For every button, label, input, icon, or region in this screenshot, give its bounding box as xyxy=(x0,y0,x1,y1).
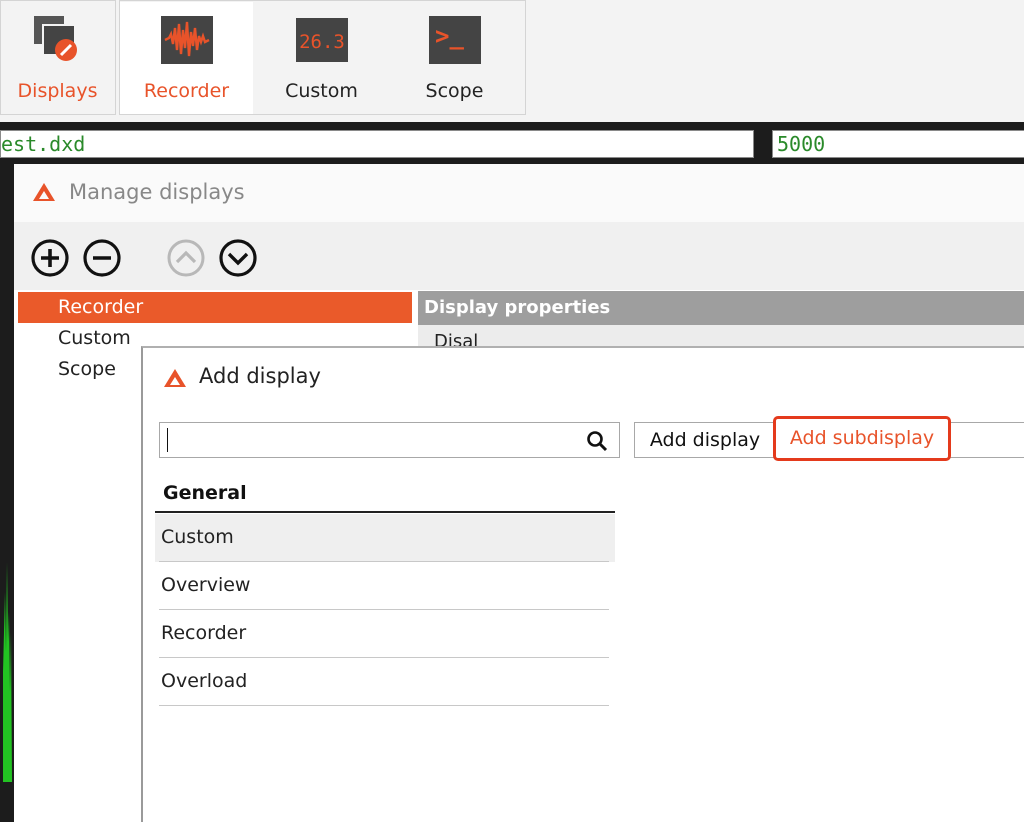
add-display-dialog: Add display Add display Add subdisplay G… xyxy=(141,346,1024,822)
custom-label: Custom xyxy=(285,80,358,102)
scope-label: Scope xyxy=(425,80,484,102)
custom-button[interactable]: 26.3 Custom xyxy=(255,2,388,114)
manage-displays-toolbar xyxy=(14,222,1024,290)
svg-text:26.3: 26.3 xyxy=(299,31,345,53)
list-item-overload[interactable]: Overload xyxy=(155,658,615,706)
list-item-recorder[interactable]: Recorder xyxy=(155,610,615,658)
svg-text:>_: >_ xyxy=(435,22,464,50)
ribbon-group-views: Recorder 26.3 Custom >_ Scope xyxy=(119,0,526,115)
ribbon: Displays Recorder 26.3 Custom >_ Scope xyxy=(0,0,1024,122)
displays-label: Displays xyxy=(17,80,98,102)
displays-icon xyxy=(33,16,77,61)
tree-item-recorder[interactable]: Recorder xyxy=(18,292,412,323)
add-display-button[interactable]: Add display xyxy=(634,422,776,458)
add-display-title: Add display xyxy=(199,364,321,388)
display-properties-header: Display properties xyxy=(418,291,1024,325)
displays-button[interactable]: Displays xyxy=(0,2,124,114)
remove-circle-icon[interactable] xyxy=(82,238,122,278)
search-icon[interactable] xyxy=(585,429,609,453)
add-subdisplay-button[interactable]: Add subdisplay xyxy=(773,416,951,461)
sample-rate-field[interactable]: 5000 xyxy=(772,130,1024,158)
file-path-field[interactable]: est.dxd xyxy=(0,130,754,158)
manage-displays-title: Manage displays xyxy=(69,180,245,204)
scope-button[interactable]: >_ Scope xyxy=(388,2,521,114)
app-logo-icon xyxy=(33,183,55,201)
group-divider xyxy=(155,511,615,513)
input-strip: est.dxd 5000 xyxy=(0,122,1024,164)
add-circle-icon[interactable] xyxy=(30,238,70,278)
scope-terminal-icon: >_ xyxy=(428,16,481,64)
recorder-waveform-icon xyxy=(160,16,213,64)
recorder-label: Recorder xyxy=(143,80,230,102)
group-heading-general: General xyxy=(163,482,247,504)
signal-trace-icon xyxy=(3,562,12,782)
background-panel xyxy=(0,164,14,822)
text-caret xyxy=(167,428,168,452)
app-logo-icon xyxy=(164,369,186,387)
display-type-list: Custom Overview Recorder Overload xyxy=(155,514,615,706)
recorder-button[interactable]: Recorder xyxy=(120,2,253,114)
list-item-overview[interactable]: Overview xyxy=(155,562,615,610)
search-input[interactable] xyxy=(159,422,620,458)
move-down-icon[interactable] xyxy=(218,238,258,278)
ribbon-group-displays: Displays xyxy=(0,0,116,115)
custom-numeric-icon: 26.3 xyxy=(295,18,348,62)
manage-displays-titlebar: Manage displays xyxy=(14,164,1024,222)
move-up-icon[interactable] xyxy=(166,238,206,278)
list-item-custom[interactable]: Custom xyxy=(155,514,615,562)
